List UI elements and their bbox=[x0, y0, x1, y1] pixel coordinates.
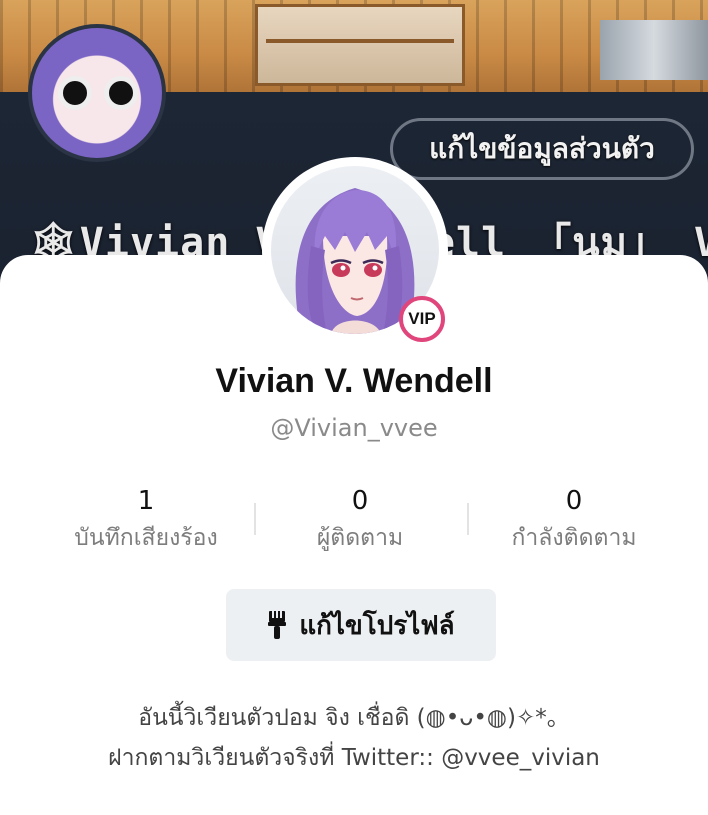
banner-avatar-eye bbox=[104, 76, 138, 110]
bio-line: อันนี้วิเวียนตัวปอม จิง เชื่อดิ (◍•ᴗ•◍)✧… bbox=[138, 705, 570, 731]
stat-following[interactable]: 0 กำลังติดตาม bbox=[464, 486, 684, 556]
stat-followers-count: 0 bbox=[351, 486, 369, 516]
stat-recordings[interactable]: 1 บันทึกเสียงร้อง bbox=[36, 486, 256, 556]
banner-edit-info-graphic: แก้ไขข้อมูลส่วนตัว bbox=[390, 118, 694, 180]
profile-username: @Vivian_vvee bbox=[270, 414, 438, 442]
stat-following-count: 0 bbox=[565, 486, 583, 516]
profile-bio: อันนี้วิเวียนตัวปอม จิง เชื่อดิ (◍•ᴗ•◍)✧… bbox=[0, 698, 708, 778]
edit-profile-button[interactable]: แก้ไขโปรไฟล์ bbox=[226, 589, 496, 661]
stat-following-label: กำลังติดตาม bbox=[511, 525, 637, 551]
stat-recordings-label: บันทึกเสียงร้อง bbox=[74, 525, 218, 551]
brush-icon bbox=[267, 610, 287, 640]
stat-followers-label: ผู้ติดตาม bbox=[316, 525, 404, 551]
banner-shelf-decoration bbox=[255, 4, 465, 86]
stat-followers[interactable]: 0 ผู้ติดตาม bbox=[250, 486, 470, 556]
edit-profile-label: แก้ไขโปรไฟล์ bbox=[299, 610, 455, 641]
stat-recordings-count: 1 bbox=[137, 486, 155, 516]
banner-avatar-image bbox=[28, 24, 166, 162]
profile-display-name: Vivian V. Wendell bbox=[215, 362, 493, 400]
banner-decoration bbox=[600, 20, 708, 80]
bio-line: ฝากตามวิเวียนตัวจริงที่ Twitter:: @vvee_… bbox=[108, 745, 600, 771]
vip-badge: VIP bbox=[399, 296, 445, 342]
banner-avatar-eye bbox=[58, 76, 92, 110]
